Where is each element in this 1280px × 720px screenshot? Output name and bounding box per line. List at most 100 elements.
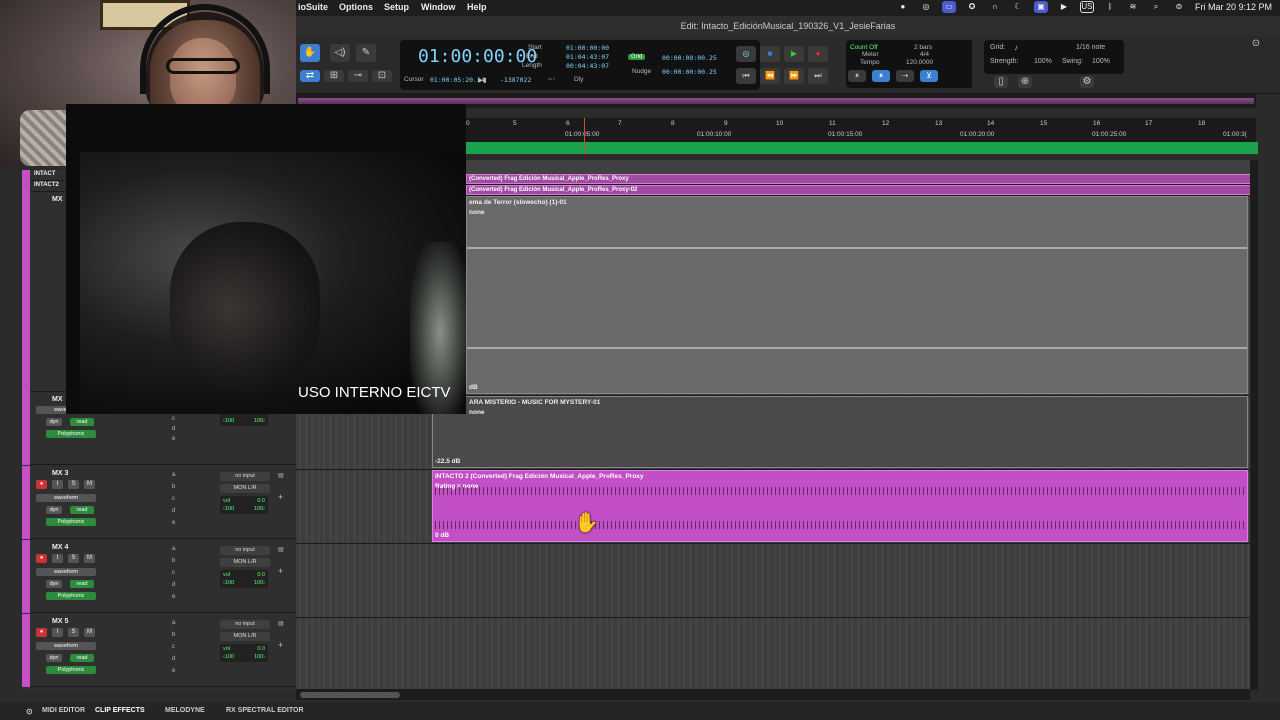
count-bars[interactable]: 2 bars (914, 44, 932, 51)
strength-value[interactable]: 100% (1034, 58, 1052, 65)
output-selector[interactable]: MON L/R (220, 632, 270, 641)
menu-app[interactable]: ioSuite (298, 2, 328, 12)
automation-mode[interactable]: read (70, 506, 94, 514)
loop-icon[interactable]: ◎ (736, 46, 756, 62)
menu-options[interactable]: Options (339, 2, 373, 12)
dyn-button[interactable]: dyn (46, 580, 62, 588)
link-tool-icon[interactable]: ⊸ (348, 70, 368, 82)
wifi-icon[interactable]: ≋ (1126, 1, 1140, 13)
sync-icon[interactable]: ◎ (919, 1, 933, 13)
play-circle-icon[interactable]: ▶ (1057, 1, 1071, 13)
pencil-tool-icon[interactable]: ✎ (356, 44, 376, 62)
audio-clip[interactable]: ema de Terror (slowecho) (1)-01 none dB (466, 196, 1248, 394)
rtz-icon[interactable]: ⏮ (736, 68, 756, 84)
grid-mode-badge[interactable]: Grid (628, 54, 646, 60)
playhead[interactable] (584, 118, 585, 154)
input-monitor-button[interactable]: I (52, 480, 63, 489)
tab-midi-editor[interactable]: MIDI EDITOR (42, 707, 85, 714)
screen-share-icon[interactable]: ▭ (941, 1, 956, 13)
mute-button[interactable]: M (84, 628, 95, 637)
zoom-tool-icon[interactable]: ⊞ (324, 70, 344, 82)
input-monitor-button[interactable]: I (52, 554, 63, 563)
insert-slot[interactable]: d (172, 426, 175, 432)
menu-help[interactable]: Help (467, 2, 487, 12)
audio-clip-selected[interactable]: INTACTO 2 (Converted) Frag Edición Music… (432, 470, 1248, 542)
length-value[interactable]: 00:04:43:07 (566, 62, 609, 70)
add-send-icon[interactable]: + (278, 566, 283, 576)
toolbar-options-icon[interactable]: ⊙ (1250, 38, 1262, 50)
menubar-clock[interactable]: Fri Mar 20 9:12 PM (1195, 2, 1272, 12)
bluetooth-icon[interactable]: ᛒ (1103, 1, 1117, 13)
track-view-selector[interactable]: waveform (36, 568, 96, 576)
loop-record-icon[interactable]: ⏸ (872, 70, 890, 82)
vertical-scrollbar[interactable] (1250, 160, 1258, 690)
output-selector[interactable]: MON L/R (220, 484, 270, 493)
menu-window[interactable]: Window (421, 2, 455, 12)
insert-slot[interactable]: b (172, 632, 175, 638)
insert-slot[interactable]: c (172, 644, 175, 650)
insert-slot[interactable]: d (172, 582, 175, 588)
end-icon[interactable]: ⏭ (808, 68, 828, 84)
moon-icon[interactable]: ☾ (1011, 1, 1025, 13)
conductor-icon[interactable]: ⇢ (896, 70, 914, 82)
insert-menu-icon[interactable]: ▤ (278, 546, 284, 553)
end-value[interactable]: 01:04:43:07 (566, 53, 609, 61)
automation-mode[interactable]: read (70, 654, 94, 662)
input-monitor-button[interactable]: I (52, 628, 63, 637)
insert-slot[interactable]: c (172, 496, 175, 502)
settings-gear-icon[interactable]: ⚙ (1080, 76, 1094, 88)
scroll-thumb[interactable] (300, 692, 400, 698)
dyn-button[interactable]: dyn (46, 654, 62, 662)
tempo-value[interactable]: 120.0000 (906, 59, 933, 66)
playlist-polyphonic[interactable]: Polyphonic (46, 592, 96, 600)
search-icon[interactable]: ⌕ (1149, 1, 1163, 13)
record-icon[interactable]: ● (808, 46, 828, 62)
start-value[interactable]: 01:00:00:00 (566, 44, 609, 52)
grabber-tool-icon[interactable]: ✋ (300, 44, 320, 62)
main-counter[interactable]: 01:00:00:00 (418, 46, 537, 67)
automation-mode[interactable]: read (70, 580, 94, 588)
accessibility-icon[interactable]: ✪ (965, 1, 979, 13)
record-arm-button[interactable]: ● (36, 554, 47, 563)
track-name[interactable]: MX (52, 396, 63, 403)
control-center-icon[interactable]: ⊜ (1172, 1, 1186, 13)
insert-slot[interactable]: d (172, 656, 175, 662)
volume-pan-display[interactable]: vol 0.0 ‹100 100› (220, 644, 268, 662)
automation-mode[interactable]: read (70, 418, 94, 426)
grid-note-value[interactable]: 1/16 note (1076, 44, 1105, 51)
fast-forward-icon[interactable]: ⏩ (784, 68, 804, 84)
expand-icon[interactable]: ⊙ (26, 707, 33, 716)
midi-input-icon[interactable]: ▯ (994, 76, 1008, 88)
track-name[interactable]: MX (52, 196, 63, 203)
headphones-icon[interactable]: ∩ (988, 1, 1002, 13)
volume-pan-display[interactable]: vol 0.0 ‹100 100› (220, 570, 268, 588)
count-off-label[interactable]: Count Off (850, 44, 878, 51)
insert-slot[interactable]: b (172, 558, 175, 564)
track-header[interactable]: MX 3 ● I S M waveform dyn read Polyphoni… (22, 466, 296, 539)
grid-value[interactable]: 00:00:00:00.25 (662, 54, 717, 62)
audio-clip[interactable]: ARA MISTERIO - MUSIC FOR MYSTERY-01 none… (432, 396, 1248, 468)
insert-menu-icon[interactable]: ▤ (278, 620, 284, 627)
track-name[interactable]: MX 5 (52, 618, 68, 625)
track-name[interactable]: INTACT2 (34, 182, 59, 188)
output-selector[interactable]: MON L/R (220, 558, 270, 567)
play-icon[interactable]: ▶ (784, 46, 804, 62)
dyn-button[interactable]: dyn (46, 506, 62, 514)
track-header[interactable]: MX 4 ● I S M waveform dyn read Polyphoni… (22, 540, 296, 613)
solo-button[interactable]: S (68, 628, 79, 637)
meter-value[interactable]: 4/4 (920, 51, 929, 58)
video-clip[interactable]: (Converted) Frag Edición Musical_Apple_P… (466, 174, 1256, 184)
insert-slot[interactable]: e (172, 594, 175, 600)
solo-button[interactable]: S (68, 480, 79, 489)
tab-melodyne[interactable]: MELODYNE (165, 707, 205, 714)
stop-icon[interactable]: ■ (760, 46, 780, 62)
input-selector[interactable]: no input (220, 546, 270, 555)
cut-tool-icon[interactable]: ⊡ (372, 70, 392, 82)
track-name[interactable]: MX 4 (52, 544, 68, 551)
tempo-map-icon[interactable]: ⊻ (920, 70, 938, 82)
input-source[interactable]: US (1079, 1, 1094, 13)
insert-slot[interactable]: e (172, 520, 175, 526)
track-header[interactable]: MX 5 ● I S M waveform dyn read Polyphoni… (22, 614, 296, 687)
solo-button[interactable]: S (68, 554, 79, 563)
insert-slot[interactable]: b (172, 484, 175, 490)
